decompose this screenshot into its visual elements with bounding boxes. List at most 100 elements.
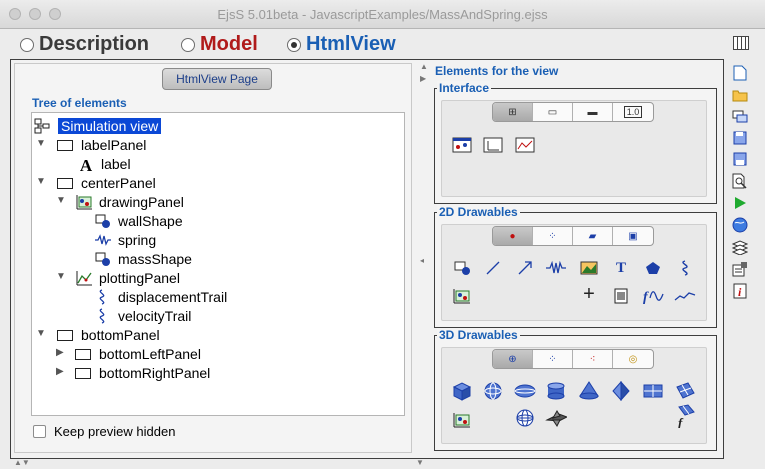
tree-node-displacementtrail[interactable]: displacementTrail [94, 287, 227, 306]
save-as-icon[interactable] [731, 150, 749, 168]
splitter-arrow-down-icon[interactable]: ▼ [416, 458, 424, 467]
mode-description-label: Description [39, 33, 150, 55]
plotting-panel-tool[interactable] [482, 135, 504, 155]
tree-node-bottompanel[interactable]: bottomPanel [57, 325, 160, 344]
run-icon[interactable] [731, 194, 749, 212]
segment-tool[interactable] [482, 258, 504, 278]
tree-node-label: wallShape [118, 212, 183, 229]
save-icon[interactable] [731, 129, 749, 147]
shuttle-3d-tool[interactable] [545, 408, 567, 428]
tree-node-label: bottomRightPanel [99, 364, 211, 381]
tree-node-plottingpanel[interactable]: plottingPanel [75, 268, 180, 287]
drawing-panel-2d-tool[interactable] [451, 286, 473, 306]
mode-model[interactable]: Model [181, 33, 258, 56]
element-tree[interactable]: Simulation view ▼ labelPanel A label ▼ c… [31, 112, 405, 416]
htmlview-page-tab[interactable]: HtmlView Page [162, 68, 272, 90]
pyramid-3d-tool[interactable] [610, 381, 632, 401]
drawing-panel-3d-tool[interactable] [451, 410, 473, 430]
expand-triangle-icon[interactable]: ▼ [56, 271, 66, 282]
tree-node-spring[interactable]: spring [94, 230, 156, 249]
tab-fields-2d[interactable]: ▰ [573, 227, 613, 245]
tab-containers[interactable]: ⊞ [493, 103, 533, 121]
polygon-tool[interactable] [642, 258, 664, 278]
tab-basic-2d[interactable]: ● [493, 227, 533, 245]
image-tool[interactable] [578, 258, 600, 278]
plane-3d-tool[interactable] [642, 381, 664, 401]
options-icon[interactable] [731, 260, 749, 278]
keep-preview-checkbox[interactable] [33, 425, 46, 438]
tree-node-bottomrightpanel[interactable]: bottomRightPanel [75, 363, 210, 382]
collapse-triangle-icon[interactable]: ▶ [56, 366, 64, 377]
package-icon[interactable] [731, 238, 749, 256]
open-folder-icon[interactable] [731, 86, 749, 104]
panel-icon [57, 327, 75, 343]
panel-icon [57, 137, 75, 153]
expand-triangle-icon[interactable]: ▼ [56, 195, 66, 206]
text-tool[interactable]: T [610, 258, 632, 278]
mesh-3d-tool[interactable] [674, 381, 696, 401]
info-icon[interactable]: i [731, 282, 749, 300]
tab-buttons[interactable]: ▬ [573, 103, 613, 121]
mode-htmlview[interactable]: HtmlView [287, 33, 396, 56]
drawing-panel-tool[interactable] [451, 135, 473, 155]
splitter-arrow-up-icon[interactable]: ▲ [420, 62, 428, 71]
model-radio[interactable] [181, 37, 195, 52]
trail-tool[interactable] [674, 258, 696, 278]
htmlview-radio[interactable] [287, 37, 301, 52]
graph-panel-tool[interactable] [514, 135, 536, 155]
tree-node-simulation-view[interactable]: Simulation view [34, 116, 162, 135]
tree-node-label: bottomPanel [81, 326, 160, 343]
collapse-triangle-icon[interactable]: ▶ [56, 347, 64, 358]
cube-3d-tool[interactable] [451, 381, 473, 401]
tab-sets-2d[interactable]: ⁘ [533, 227, 573, 245]
expand-triangle-icon[interactable]: ▼ [36, 328, 46, 339]
expand-triangle-icon[interactable]: ▼ [36, 138, 46, 149]
keyboard-icon[interactable] [733, 36, 749, 50]
tab-bodies-2d[interactable]: ▣ [613, 227, 653, 245]
search-icon[interactable] [731, 172, 749, 190]
expand-triangle-icon[interactable]: ▼ [36, 176, 46, 187]
function-tool[interactable]: f [642, 286, 664, 306]
sphere-3d-tool[interactable] [482, 381, 504, 401]
browse-examples-icon[interactable] [731, 107, 749, 125]
splitter-handle-icon[interactable]: ◂ [420, 256, 424, 265]
ellipsoid-3d-tool[interactable] [514, 381, 536, 401]
interface-category-tabs: ⊞ ▭ ▬ 1.0 [492, 102, 654, 122]
tree-node-label-element[interactable]: A label [77, 154, 131, 175]
keep-preview-option[interactable]: Keep preview hidden [33, 424, 175, 439]
tree-node-labelpanel[interactable]: labelPanel [57, 135, 146, 154]
tree-node-label: centerPanel [81, 174, 156, 191]
splitter-arrow-down-icon[interactable]: ▲▼ [14, 458, 30, 467]
trace-tool[interactable] [674, 286, 696, 306]
tab-bodies-3d[interactable]: ◎ [613, 350, 653, 368]
tree-node-wallshape[interactable]: wallShape [94, 211, 183, 230]
description-radio[interactable] [20, 37, 34, 52]
cursor-tool[interactable]: + [578, 283, 600, 305]
drawing-panel-icon [75, 194, 93, 210]
film-tool[interactable] [610, 286, 632, 306]
web-globe-icon[interactable] [731, 216, 749, 234]
splitter-arrow-right-icon[interactable]: ▶ [420, 74, 426, 83]
function-surface-3d-tool[interactable]: f [674, 404, 696, 428]
tab-sets-3d[interactable]: ⁘ [533, 350, 573, 368]
tab-input[interactable]: 1.0 [613, 103, 653, 121]
tree-node-massshape[interactable]: massShape [94, 249, 192, 268]
cylinder-3d-tool[interactable] [545, 381, 567, 401]
tree-node-bottomleftpanel[interactable]: bottomLeftPanel [75, 344, 201, 363]
tree-node-label: bottomLeftPanel [99, 345, 201, 362]
spring-tool[interactable] [545, 258, 567, 278]
cone-3d-tool[interactable] [578, 381, 600, 401]
tree-node-velocitytrail[interactable]: velocityTrail [94, 306, 191, 325]
tree-node-drawingpanel[interactable]: drawingPanel [75, 192, 184, 211]
tree-node-centerpanel[interactable]: centerPanel [57, 173, 156, 192]
tab-fields-3d[interactable]: ⁖ [573, 350, 613, 368]
wire-sphere-3d-tool[interactable] [514, 408, 536, 428]
new-file-icon[interactable] [731, 64, 749, 82]
tree-node-label: displacementTrail [118, 288, 228, 305]
arrow-tool[interactable] [514, 258, 536, 278]
mode-description[interactable]: Description [20, 33, 149, 56]
panel-icon [75, 365, 93, 381]
shape-tool[interactable] [451, 258, 473, 278]
tab-windows[interactable]: ▭ [533, 103, 573, 121]
tab-basic-3d[interactable]: ⊕ [493, 350, 533, 368]
